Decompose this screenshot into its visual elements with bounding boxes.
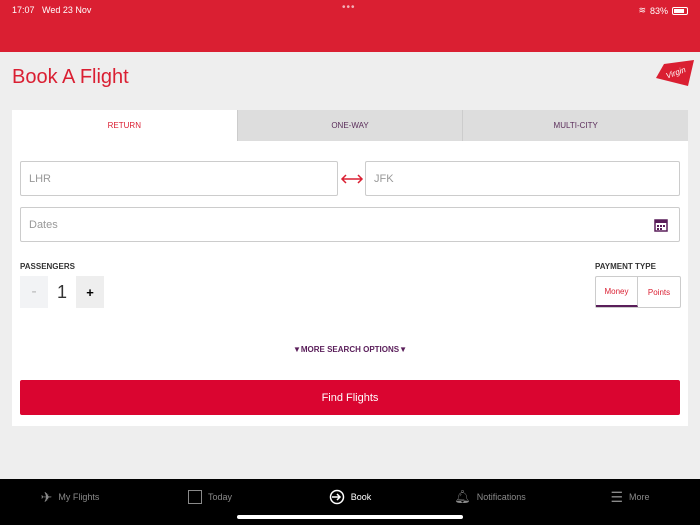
- nav-today[interactable]: Today: [140, 479, 280, 515]
- home-indicator[interactable]: [237, 515, 463, 519]
- wifi-icon: ≋: [638, 5, 646, 15]
- booking-card: RETURN ONE-WAY MULTI-CITY LHR JFK Dates …: [12, 110, 689, 426]
- plane-icon: ✈: [40, 488, 53, 505]
- nav-label: My Flights: [58, 492, 100, 502]
- multitask-dots-icon[interactable]: •••: [342, 2, 356, 13]
- today-icon: [187, 490, 202, 504]
- tab-return[interactable]: RETURN: [12, 110, 237, 141]
- bell-icon: 🔔︎: [454, 489, 471, 504]
- decrement-button[interactable]: -: [20, 276, 48, 308]
- nav-more[interactable]: ☰ More: [560, 479, 700, 515]
- nav-label: Today: [207, 492, 233, 502]
- tab-multi-city[interactable]: MULTI-CITY: [462, 110, 689, 141]
- more-search-options-link[interactable]: ▼MORE SEARCH OPTIONS▼: [12, 345, 688, 354]
- payment-toggle: Money Points: [595, 276, 681, 308]
- destination-input[interactable]: JFK: [365, 161, 680, 196]
- calendar-icon[interactable]: [654, 218, 668, 232]
- payment-type-label: PAYMENT TYPE: [595, 262, 656, 271]
- passengers-stepper: - 1 +: [20, 276, 104, 308]
- increment-button[interactable]: +: [76, 276, 104, 308]
- find-flights-button[interactable]: Find Flights: [20, 380, 680, 415]
- swap-arrows-icon[interactable]: [340, 172, 364, 186]
- nav-book[interactable]: Book: [280, 479, 420, 515]
- dates-input[interactable]: Dates: [20, 207, 680, 242]
- nav-label: Book: [350, 492, 372, 502]
- nav-my-flights[interactable]: ✈ My Flights: [0, 479, 140, 515]
- origin-input[interactable]: LHR: [20, 161, 338, 196]
- nav-label: More: [629, 492, 650, 502]
- virgin-logo: Virgin: [656, 60, 694, 86]
- battery-icon: [672, 6, 688, 15]
- nav-notifications[interactable]: 🔔︎ Notifications: [420, 479, 560, 515]
- dates-placeholder: Dates: [29, 218, 58, 231]
- passengers-value: 1: [56, 281, 67, 302]
- payment-money-option[interactable]: Money: [596, 277, 638, 307]
- payment-points-option[interactable]: Points: [638, 277, 680, 307]
- menu-icon: ☰: [610, 488, 624, 505]
- status-time: 17:07 Wed 23 Nov: [12, 5, 92, 15]
- status-bar: 17:07 Wed 23 Nov ••• ≋ 83%: [0, 0, 700, 52]
- battery-percent: 83%: [649, 5, 668, 16]
- tab-one-way[interactable]: ONE-WAY: [236, 110, 463, 141]
- book-icon: [329, 489, 344, 505]
- page-title: Book A Flight: [12, 66, 129, 88]
- nav-label: Notifications: [476, 492, 526, 502]
- passengers-label: PASSENGERS: [20, 262, 75, 271]
